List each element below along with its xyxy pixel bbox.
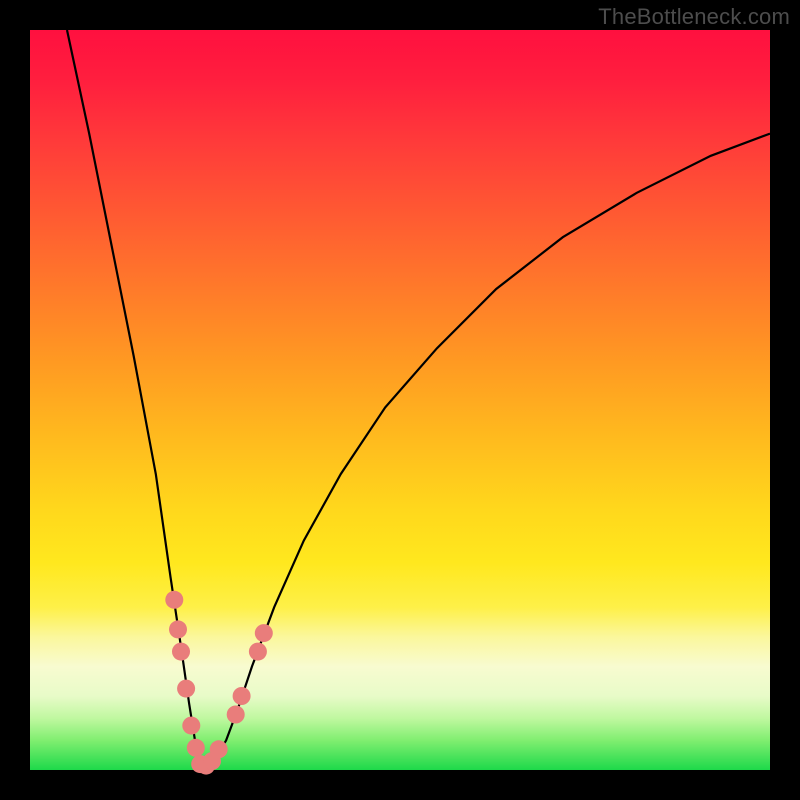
marker-dot	[187, 739, 205, 757]
highlight-markers	[165, 591, 272, 775]
marker-dot	[169, 620, 187, 638]
outer-frame: TheBottleneck.com	[0, 0, 800, 800]
chart-svg	[30, 30, 770, 770]
marker-dot	[255, 624, 273, 642]
marker-dot	[182, 717, 200, 735]
marker-dot	[177, 680, 195, 698]
watermark-text: TheBottleneck.com	[598, 4, 790, 30]
marker-dot	[165, 591, 183, 609]
bottleneck-curve	[67, 30, 770, 766]
plot-area	[30, 30, 770, 770]
marker-dot	[233, 687, 251, 705]
marker-dot	[227, 706, 245, 724]
marker-dot	[249, 643, 267, 661]
marker-dot	[172, 643, 190, 661]
marker-dot	[210, 740, 228, 758]
